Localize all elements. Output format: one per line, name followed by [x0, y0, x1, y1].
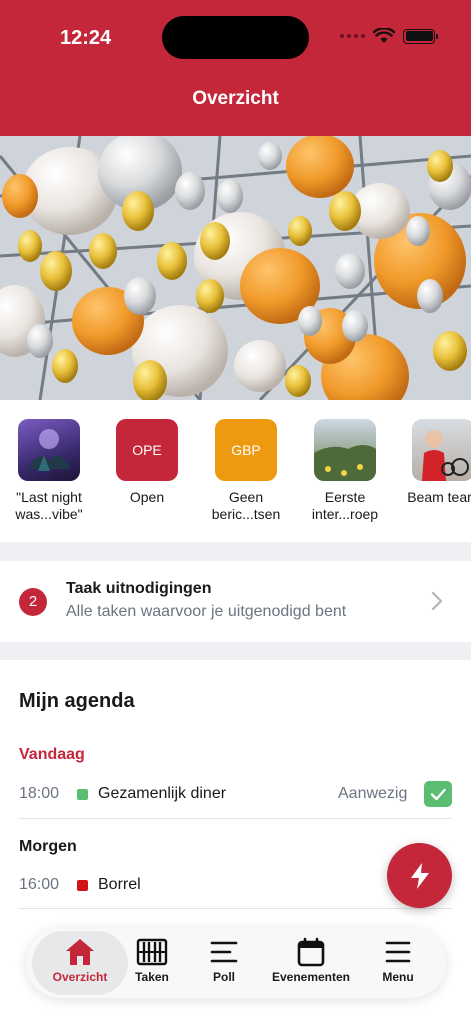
tab-label: Evenementen	[271, 970, 351, 984]
story-item[interactable]: Eerste inter...roep	[299, 419, 391, 523]
event-title[interactable]: Gezamenlijk diner	[98, 785, 226, 803]
story-label: Open	[129, 489, 165, 505]
header: 12:24 Overzicht	[0, 0, 471, 136]
chevron-right-icon	[431, 591, 443, 611]
hero-image	[0, 136, 471, 400]
tab-poll[interactable]: Poll	[182, 936, 266, 984]
story-thumb-text: GBP	[231, 442, 261, 458]
tab-label: Poll	[212, 970, 235, 984]
story-thumbnail: GBP	[215, 419, 277, 481]
lines-icon	[210, 941, 238, 963]
story-label: "Last night was...vibe"	[15, 489, 83, 522]
event-time: 16:00	[19, 876, 60, 893]
invitation-count-badge: 2	[19, 588, 47, 616]
story-item[interactable]: Beam team	[397, 419, 471, 506]
status-time: 12:24	[60, 27, 112, 49]
calendar-icon	[297, 937, 325, 967]
divider	[19, 908, 452, 909]
divider	[19, 818, 452, 819]
tab-evenementen[interactable]: Evenementen	[269, 936, 353, 984]
agenda-title: Mijn agenda	[19, 690, 135, 712]
story-item[interactable]: OPE Open	[101, 419, 193, 506]
story-label: Eerste inter...roep	[311, 489, 379, 522]
task-invitations-card[interactable]	[0, 561, 471, 642]
status-icons	[340, 28, 438, 44]
today-heading: Vandaag	[19, 746, 85, 763]
dynamic-island	[162, 16, 309, 59]
story-item[interactable]: "Last night was...vibe"	[3, 419, 95, 523]
tab-menu[interactable]: Menu	[356, 936, 440, 984]
app-screen: 12:24 Overzicht "Last night was...vibe" …	[0, 0, 471, 1024]
battery-icon	[403, 28, 438, 44]
story-thumb-text: OPE	[132, 442, 162, 458]
bottom-tab-bar: Overzicht Taken Poll Evenementen Menu	[26, 928, 446, 998]
invitations-subtitle: Alle taken waarvoor je uitgenodigd bent	[66, 603, 347, 620]
quick-action-button[interactable]	[387, 843, 452, 908]
attendance-status: Aanwezig	[338, 785, 408, 802]
story-thumbnail	[314, 419, 376, 481]
lightning-icon	[410, 862, 429, 889]
tab-label: Menu	[382, 970, 414, 984]
page-title: Overzicht	[192, 88, 279, 109]
checkmark-icon	[430, 788, 446, 801]
stories-row: "Last night was...vibe" OPE Open GBP Gee…	[0, 400, 471, 542]
home-icon	[66, 939, 94, 965]
tomorrow-heading: Morgen	[19, 838, 77, 855]
event-title[interactable]: Borrel	[98, 876, 141, 894]
abacus-icon	[136, 938, 168, 966]
event-color-dot	[77, 789, 88, 800]
wifi-icon	[373, 28, 395, 43]
story-thumbnail	[18, 419, 80, 481]
story-thumbnail	[412, 419, 471, 481]
invitations-title: Taak uitnodigingen	[66, 580, 212, 597]
story-label: Geen beric...tsen	[211, 489, 281, 522]
event-color-dot	[77, 880, 88, 891]
story-item[interactable]: GBP Geen beric...tsen	[200, 419, 292, 523]
story-thumbnail: OPE	[116, 419, 178, 481]
signal-icon	[340, 34, 365, 38]
attendance-checkbox[interactable]	[424, 781, 452, 807]
event-time: 18:00	[19, 785, 60, 802]
menu-icon	[385, 941, 411, 963]
story-label: Beam team	[407, 489, 471, 505]
